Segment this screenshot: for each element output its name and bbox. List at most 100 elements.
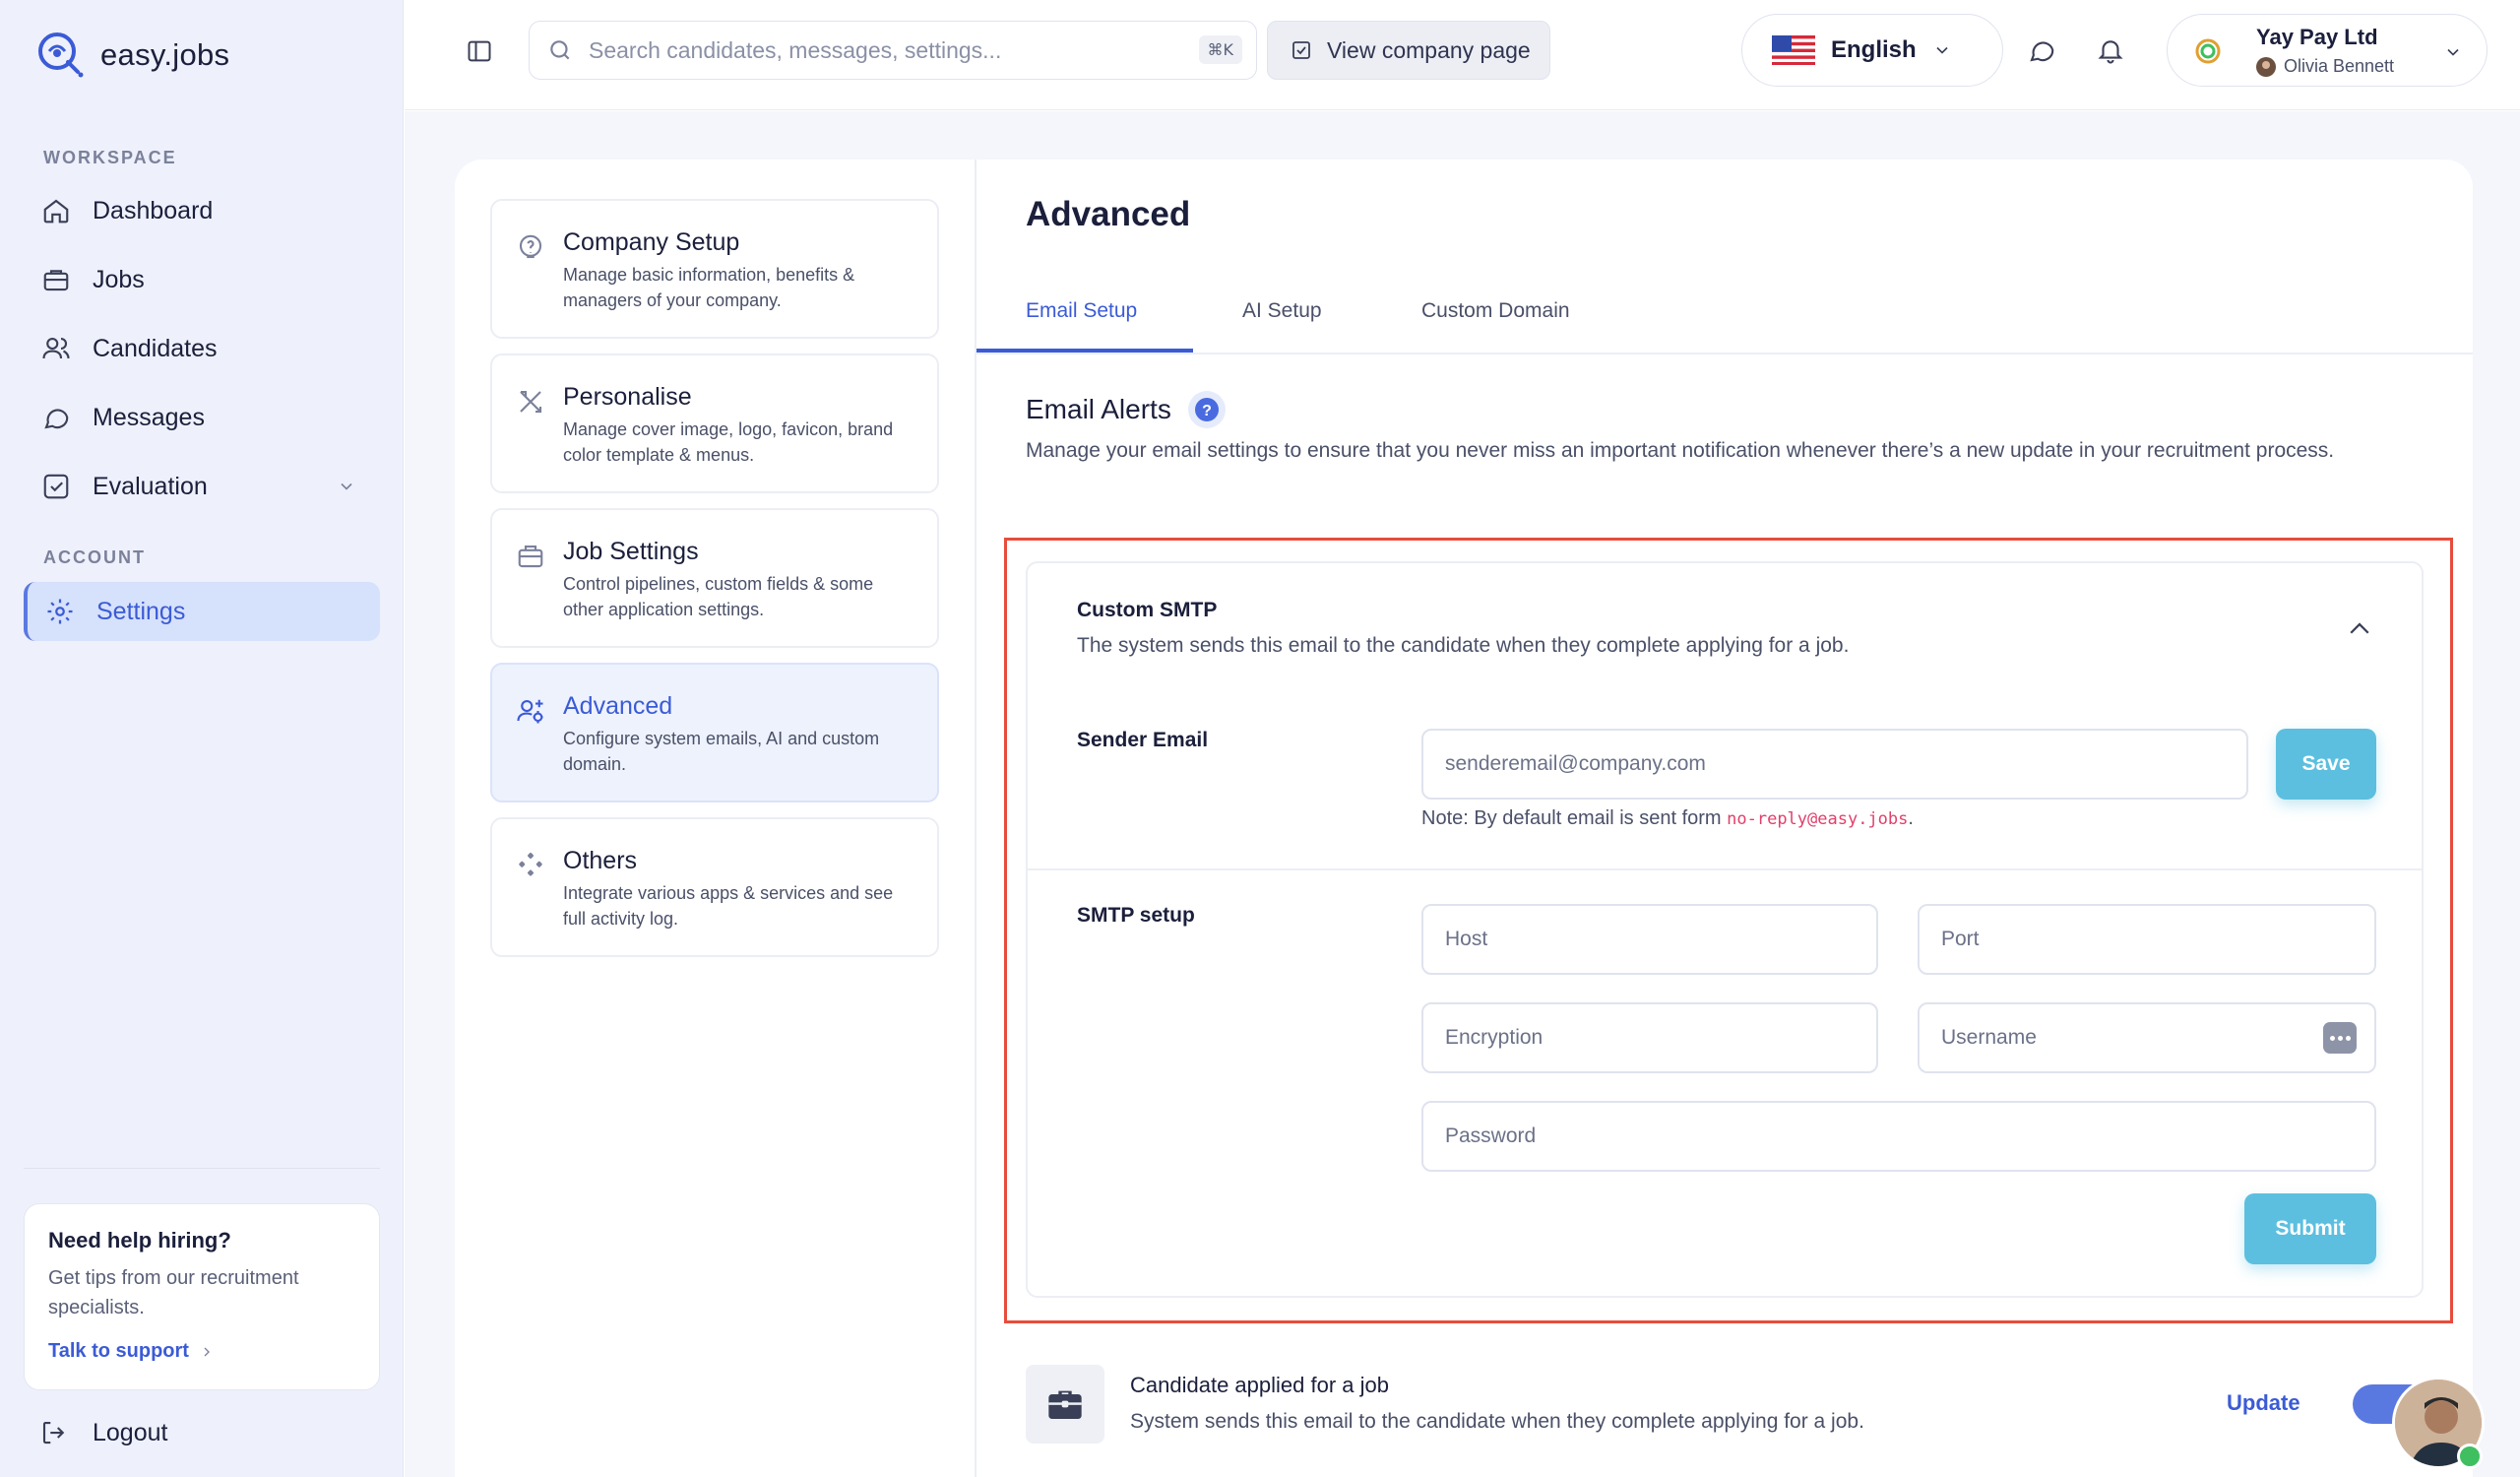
menu-title: Job Settings [563, 538, 699, 565]
settings-menu-job-settings[interactable]: Job Settings Control pipelines, custom f… [490, 508, 939, 648]
help-title: Need help hiring? [48, 1228, 231, 1252]
save-button[interactable]: Save [2276, 729, 2376, 800]
sidebar-item-label: Dashboard [93, 196, 214, 225]
encryption-field[interactable]: Encryption [1421, 1002, 1878, 1073]
view-company-label: View company page [1327, 36, 1531, 63]
settings-menu-advanced[interactable]: Advanced Configure system emails, AI and… [490, 663, 939, 803]
sidebar-item-label: Messages [93, 403, 205, 431]
search-placeholder: Search candidates, messages, settings... [589, 36, 1002, 63]
apps-icon [519, 852, 542, 876]
logout-icon [42, 1421, 65, 1445]
candidate-applied-row: Candidate applied for a job System sends… [1026, 1365, 2443, 1447]
settings-menu-personalise[interactable]: Personalise Manage cover image, logo, fa… [490, 353, 939, 493]
custom-smtp-description: The system sends this email to the candi… [1077, 634, 1850, 657]
company-name: Yay Pay Ltd [2256, 25, 2378, 49]
sidebar-item-messages[interactable]: Messages [24, 388, 380, 447]
talk-to-support-link[interactable]: Talk to support [48, 1340, 355, 1363]
user-info: Olivia Bennett [2256, 56, 2394, 77]
candidate-applied-description: System sends this email to the candidate… [1130, 1410, 1864, 1433]
sender-email-label: Sender Email [1077, 729, 1209, 751]
search-input[interactable]: Search candidates, messages, settings...… [529, 21, 1257, 80]
user-name: Olivia Bennett [2284, 56, 2395, 76]
chevron-right-icon [204, 1347, 210, 1356]
tab-custom-domain[interactable]: Custom Domain [1421, 299, 1570, 323]
logout-label: Logout [93, 1418, 168, 1446]
language-selector[interactable]: English [1741, 14, 2003, 87]
submit-button[interactable]: Submit [2244, 1193, 2376, 1264]
account-label: ACCOUNT [43, 547, 146, 567]
external-check-icon [1292, 41, 1310, 59]
password-manager-icon[interactable] [2323, 1022, 2357, 1054]
app-logo[interactable]: easy.jobs [35, 30, 229, 81]
bell-icon[interactable] [2096, 35, 2125, 65]
chat-icon[interactable] [2027, 35, 2056, 65]
app-name: easy.jobs [100, 37, 230, 72]
page-title: Advanced [1026, 195, 1191, 233]
active-tab-indicator [976, 349, 1193, 353]
email-alerts-description: Manage your email settings to ensure tha… [1026, 439, 2335, 462]
settings-menu-company-setup[interactable]: Company Setup Manage basic information, … [490, 199, 939, 339]
checkbox-icon [43, 474, 69, 499]
sidebar-item-settings[interactable]: Settings [24, 582, 380, 641]
briefcase-icon [518, 545, 543, 568]
host-field[interactable]: Host [1421, 904, 1878, 975]
search-icon [550, 40, 570, 60]
tab-email-setup[interactable]: Email Setup [1026, 299, 1137, 323]
chat-icon [44, 409, 69, 429]
view-company-page-button[interactable]: View company page [1267, 21, 1550, 80]
menu-desc: Control pipelines, custom fields & some … [563, 574, 874, 619]
sender-email-note: Note: By default email is sent form no-r… [1421, 807, 1914, 830]
talk-to-support-label: Talk to support [48, 1340, 189, 1362]
port-field[interactable]: Port [1918, 904, 2376, 975]
password-field[interactable]: Password [1421, 1101, 2376, 1172]
custom-smtp-title: Custom SMTP [1077, 599, 1218, 621]
chevron-down-icon [1936, 46, 1948, 54]
custom-smtp-card: Custom SMTP The system sends this email … [1026, 561, 2424, 1298]
menu-title: Advanced [563, 692, 673, 720]
company-logo-icon [2195, 38, 2221, 64]
panel-divider [975, 160, 976, 1477]
sidebar-item-jobs[interactable]: Jobs [24, 250, 380, 309]
section-divider [1028, 868, 2422, 870]
sidebar-item-label: Evaluation [93, 472, 208, 500]
tab-bar: Email Setup AI Setup Custom Domain [976, 286, 2473, 354]
gear-icon [47, 599, 73, 624]
note-prefix: Note: By default email is sent form [1421, 807, 1728, 829]
sidebar-item-label: Candidates [93, 334, 218, 362]
username-field[interactable]: Username [1918, 1002, 2376, 1073]
settings-menu-others[interactable]: Others Integrate various apps & services… [490, 817, 939, 957]
note-suffix: . [1908, 807, 1914, 829]
email-alerts-heading: Email Alerts ? [1026, 390, 1227, 429]
online-status-indicator [2457, 1444, 2483, 1469]
tab-ai-setup[interactable]: AI Setup [1242, 299, 1322, 323]
menu-desc: Manage basic information, benefits & man… [563, 265, 855, 310]
easyjobs-logo-icon [38, 32, 84, 78]
help-card: Need help hiring? Get tips from our recr… [24, 1203, 380, 1390]
briefcase-icon [43, 270, 69, 291]
candidate-applied-title: Candidate applied for a job [1130, 1373, 1389, 1397]
logout-button[interactable]: Logout [39, 1418, 167, 1447]
sidebar-divider [24, 1168, 380, 1169]
chevron-up-icon[interactable] [2345, 614, 2374, 644]
language-label: English [1831, 36, 1917, 63]
svg-text:?: ? [1202, 403, 1212, 419]
sidebar-item-evaluation[interactable]: Evaluation [24, 457, 380, 516]
chevron-down-icon [341, 482, 352, 490]
update-button[interactable]: Update [2227, 1390, 2300, 1416]
company-switcher[interactable]: Yay Pay Ltd Olivia Bennett [2167, 14, 2488, 87]
us-flag-icon [1772, 35, 1815, 65]
sidebar-item-dashboard[interactable]: Dashboard [24, 181, 380, 240]
sender-email-field[interactable]: senderemail@company.com [1421, 729, 2248, 800]
topbar: Search candidates, messages, settings...… [405, 0, 2520, 110]
sidebar-item-candidates[interactable]: Candidates [24, 319, 380, 378]
question-icon[interactable]: ? [1187, 390, 1227, 429]
sidebar: easy.jobs WORKSPACE Dashboard Jobs Candi… [0, 0, 404, 1477]
menu-desc: Integrate various apps & services and se… [563, 883, 894, 929]
sidebar-item-label: Jobs [93, 265, 145, 293]
shortcut-badge: ⌘K [1198, 35, 1242, 64]
smtp-setup-label: SMTP setup [1077, 904, 1195, 927]
sidebar-toggle-icon[interactable] [466, 37, 493, 65]
email-alerts-title: Email Alerts [1026, 394, 1171, 424]
sidebar-item-label: Settings [96, 597, 186, 625]
default-email: no-reply@easy.jobs [1727, 809, 1909, 829]
